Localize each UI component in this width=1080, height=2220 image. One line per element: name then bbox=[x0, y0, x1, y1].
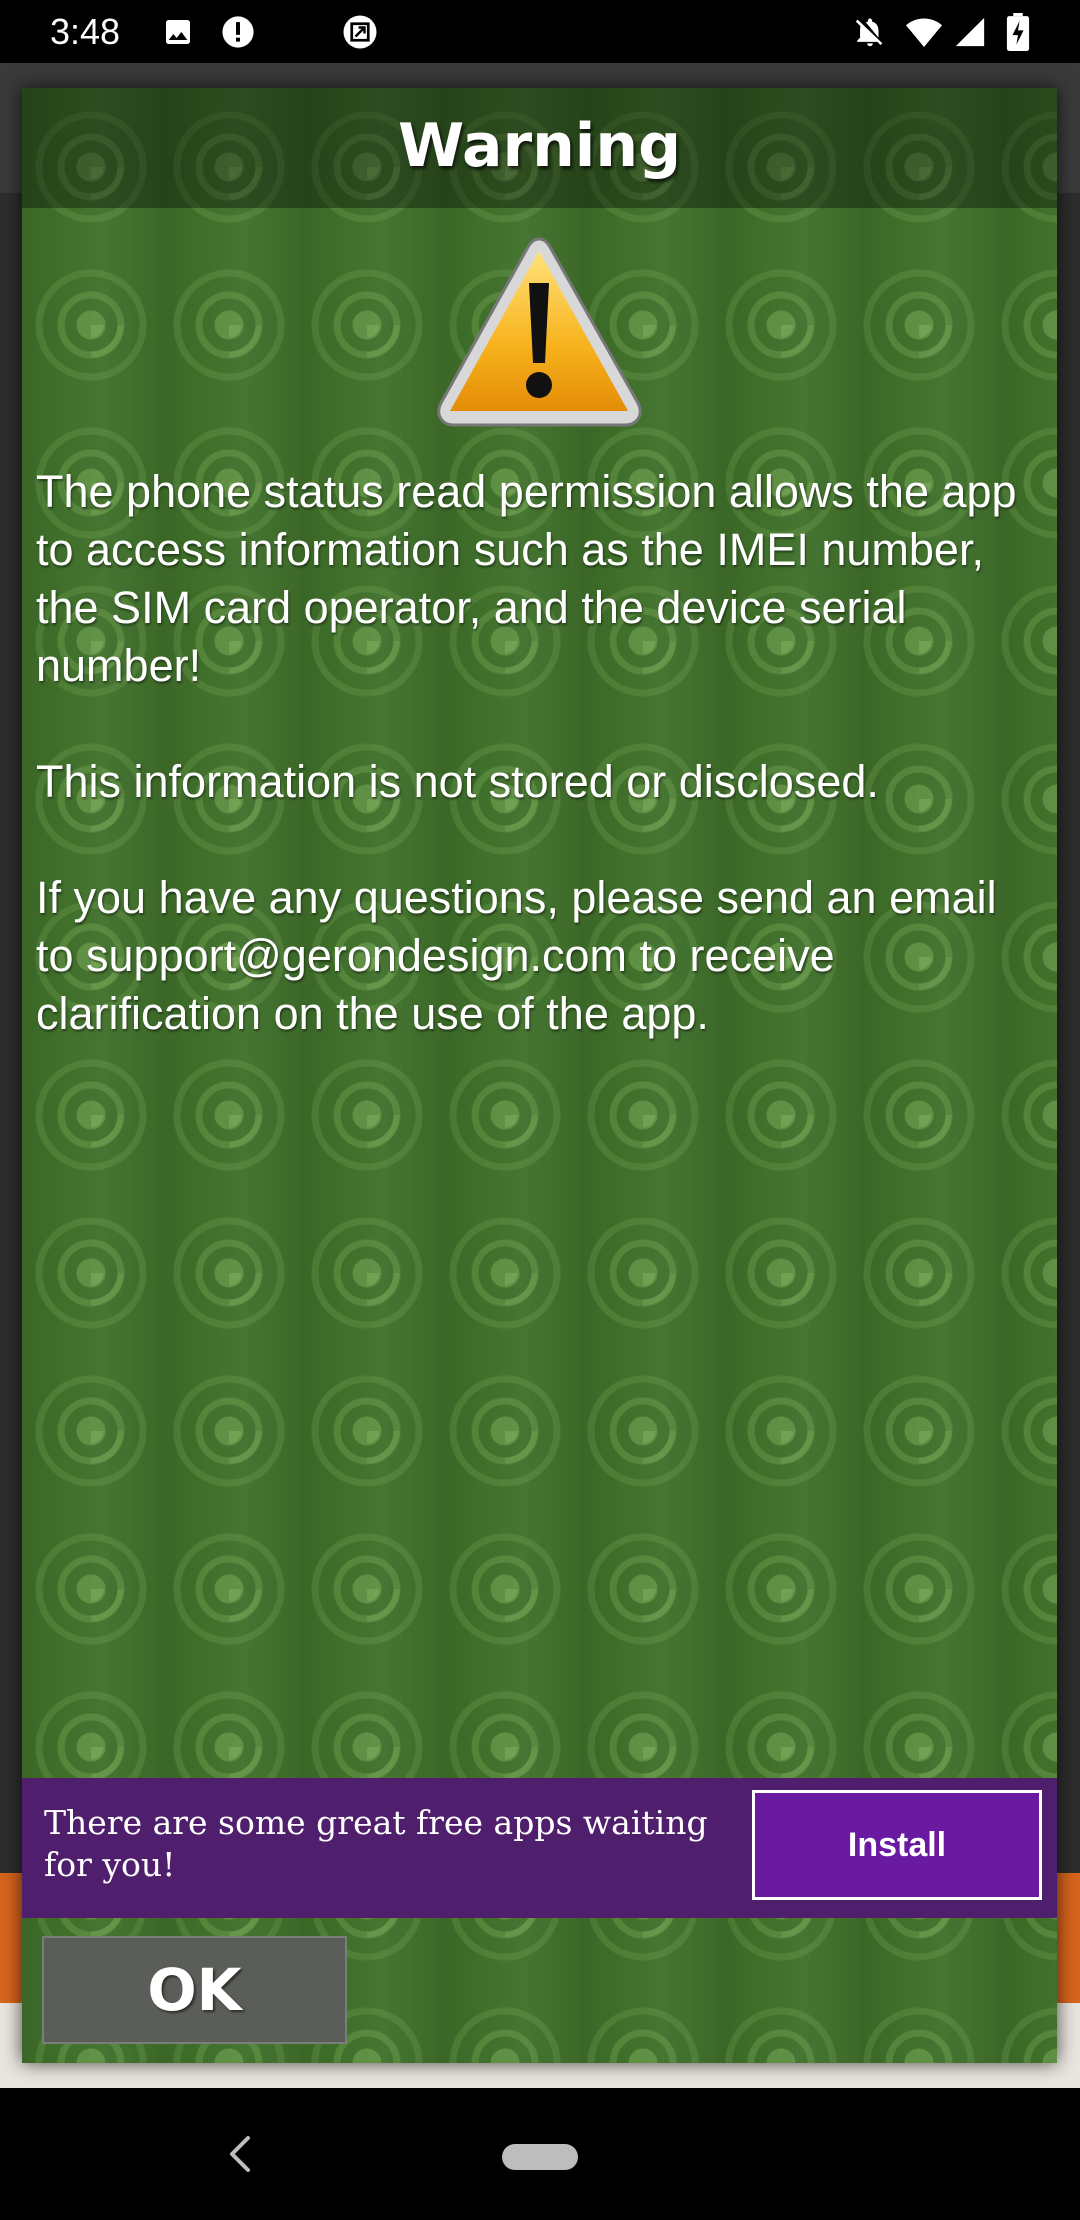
dialog-paragraph-storage: This information is not stored or disclo… bbox=[36, 756, 879, 807]
navigation-bar bbox=[0, 2088, 1080, 2220]
dialog-paragraph-contact: If you have any questions, please send a… bbox=[36, 872, 997, 1039]
screenshot-icon bbox=[342, 14, 378, 50]
warning-dialog: Warning The phone status read permission… bbox=[22, 88, 1057, 2063]
signal-icon bbox=[952, 14, 988, 50]
dialog-title: Warning bbox=[397, 111, 682, 181]
alert-icon bbox=[220, 14, 256, 50]
install-button[interactable]: Install bbox=[752, 1790, 1042, 1900]
status-bar: 3:48 bbox=[0, 0, 1080, 63]
battery-charging-icon bbox=[1000, 13, 1036, 51]
back-chevron-icon[interactable] bbox=[222, 2132, 258, 2176]
wifi-icon bbox=[906, 14, 942, 50]
dialog-paragraph-permission: The phone status read permission allows … bbox=[36, 466, 1017, 691]
warning-triangle-icon bbox=[432, 233, 647, 433]
status-time: 3:48 bbox=[50, 11, 121, 52]
ok-button[interactable]: OK bbox=[42, 1936, 347, 2044]
notifications-off-icon bbox=[852, 14, 888, 50]
ad-text: There are some great free apps waiting f… bbox=[44, 1803, 708, 1884]
dialog-message: The phone status read permission allows … bbox=[36, 463, 1046, 1101]
dialog-header: Warning bbox=[22, 88, 1057, 208]
image-icon bbox=[160, 14, 196, 50]
ad-banner[interactable]: There are some great free apps waiting f… bbox=[22, 1778, 1057, 1918]
home-pill-icon[interactable] bbox=[502, 2144, 578, 2170]
